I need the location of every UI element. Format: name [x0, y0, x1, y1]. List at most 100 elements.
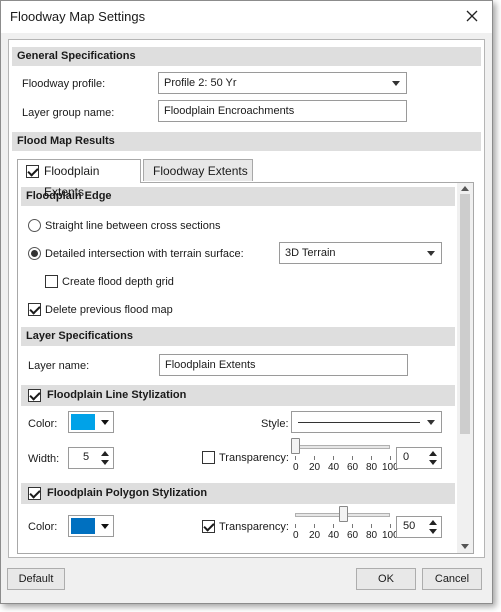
section-header-general: General Specifications [12, 47, 481, 66]
delete-previous-label: Delete previous flood map [45, 304, 173, 316]
section-header-line-style: Floodplain Line Stylization [21, 385, 455, 406]
slider-tick-label: 20 [309, 530, 321, 541]
spin-up-icon[interactable] [429, 520, 437, 525]
line-style-dropdown[interactable] [291, 411, 442, 433]
ok-button[interactable]: OK [356, 568, 416, 590]
spin-up-icon[interactable] [429, 451, 437, 456]
polygon-color-label: Color: [28, 521, 58, 533]
spin-down-icon[interactable] [429, 460, 437, 465]
slider-tick [333, 524, 334, 528]
floodway-profile-label: Floodway profile: [22, 78, 106, 90]
slider-tick [390, 524, 391, 528]
line-width-label: Width: [28, 453, 60, 465]
close-icon[interactable] [463, 7, 481, 25]
polygon-style-checkbox[interactable] [28, 487, 41, 500]
slider-tick [390, 456, 391, 460]
polygon-color-picker[interactable] [68, 515, 114, 537]
layer-group-input[interactable]: Floodplain Encroachments [158, 100, 407, 122]
slider-tick-label: 80 [366, 530, 378, 541]
polygon-style-title: Floodplain Polygon Stylization [47, 487, 208, 499]
spin-up-icon[interactable] [101, 451, 109, 456]
slider-tick-label: 40 [328, 530, 340, 541]
flood-depth-grid-checkbox[interactable] [45, 275, 58, 288]
slider-tick [314, 456, 315, 460]
line-transparency-slider[interactable]: 0 20 40 60 80 100 [291, 437, 399, 477]
scroll-down-icon[interactable] [461, 544, 469, 549]
line-transparency-checkbox[interactable] [202, 451, 215, 464]
line-style-checkbox[interactable] [28, 389, 41, 402]
flood-depth-grid-label: Create flood depth grid [62, 276, 174, 288]
line-color-label: Color: [28, 418, 58, 430]
polygon-transparency-value: 50 [403, 520, 416, 532]
slider-tick-label: 0 [293, 530, 299, 541]
chevron-down-icon [101, 524, 109, 529]
radio-detailed-intersection[interactable] [28, 247, 41, 260]
slider-tick [352, 524, 353, 528]
dialog-window: Floodway Map Settings General Specificat… [0, 0, 493, 604]
line-transparency-label: Transparency: [219, 452, 289, 464]
scrollbar-thumb[interactable] [460, 194, 470, 434]
section-header-results: Flood Map Results [12, 132, 481, 151]
floodway-profile-dropdown[interactable]: Profile 2: 50 Yr [158, 72, 407, 94]
title-bar: Floodway Map Settings [1, 1, 492, 33]
tab-floodway-extents[interactable]: Floodway Extents [143, 159, 253, 181]
slider-tick-label: 0 [293, 462, 299, 473]
section-header-layer: Layer Specifications [21, 327, 455, 346]
tab-label-floodway: Floodway Extents [153, 164, 248, 178]
slider-tick [352, 456, 353, 460]
line-transparency-value: 0 [403, 451, 410, 463]
cancel-button[interactable]: Cancel [422, 568, 482, 590]
slider-tick [371, 456, 372, 460]
polygon-color-swatch [71, 518, 95, 534]
line-transparency-stepper[interactable]: 0 [396, 447, 442, 469]
line-width-stepper[interactable]: 5 [68, 447, 114, 469]
slider-tick [333, 456, 334, 460]
floodplain-extents-checkbox[interactable] [26, 165, 39, 178]
radio-straight-line[interactable] [28, 219, 41, 232]
line-width-value: 5 [83, 451, 90, 463]
solid-line-preview [298, 422, 420, 423]
slider-thumb[interactable] [338, 506, 348, 522]
slider-tick-label: 80 [366, 462, 378, 473]
chevron-down-icon [427, 420, 435, 425]
polygon-transparency-stepper[interactable]: 50 [396, 516, 442, 538]
spin-down-icon[interactable] [101, 460, 109, 465]
terrain-value: 3D Terrain [285, 247, 336, 259]
slider-tick [295, 456, 296, 460]
line-color-swatch [71, 414, 95, 430]
radio-straight-label: Straight line between cross sections [45, 220, 221, 232]
window-title: Floodway Map Settings [10, 9, 146, 24]
slider-tick-label: 20 [309, 462, 321, 473]
tab-content-panel: Floodplain Edge Straight line between cr… [17, 182, 474, 554]
polygon-transparency-slider[interactable]: 0 20 40 60 80 100 [291, 505, 399, 545]
line-color-picker[interactable] [68, 411, 114, 433]
polygon-transparency-checkbox[interactable] [202, 520, 215, 533]
layer-name-label: Layer name: [28, 360, 90, 372]
layer-group-label: Layer group name: [22, 107, 115, 119]
tab-floodplain-extents[interactable]: Floodplain Extents [17, 159, 141, 199]
chevron-down-icon [101, 420, 109, 425]
scroll-up-icon[interactable] [461, 186, 469, 191]
floodway-profile-value: Profile 2: 50 Yr [164, 77, 237, 89]
line-style-label: Style: [261, 418, 289, 430]
slider-tick-label: 60 [347, 462, 359, 473]
slider-tick-label: 60 [347, 530, 359, 541]
terrain-dropdown[interactable]: 3D Terrain [279, 242, 442, 264]
polygon-transparency-label: Transparency: [219, 521, 289, 533]
slider-track [295, 445, 390, 449]
layer-name-input[interactable]: Floodplain Extents [159, 354, 408, 376]
slider-tick-label: 40 [328, 462, 340, 473]
slider-tick [314, 524, 315, 528]
slider-tick [371, 524, 372, 528]
line-style-title: Floodplain Line Stylization [47, 389, 187, 401]
slider-tick [295, 524, 296, 528]
default-button[interactable]: Default [7, 568, 65, 590]
section-header-polygon-style: Floodplain Polygon Stylization [21, 483, 455, 504]
chevron-down-icon [427, 251, 435, 256]
radio-detailed-label: Detailed intersection with terrain surfa… [45, 248, 244, 260]
chevron-down-icon [392, 81, 400, 86]
tab-label-floodplain: Floodplain Extents [44, 164, 100, 199]
spin-down-icon[interactable] [429, 529, 437, 534]
slider-thumb[interactable] [291, 438, 300, 454]
delete-previous-checkbox[interactable] [28, 303, 41, 316]
